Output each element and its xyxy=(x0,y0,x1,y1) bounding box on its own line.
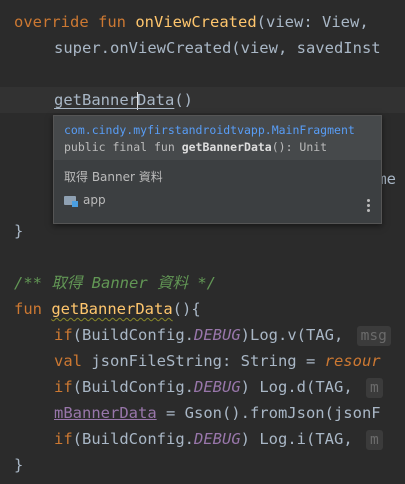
popup-body: 取得 Banner 資料 app xyxy=(54,160,381,209)
code-line-11[interactable]: fun getBannerData(){ xyxy=(14,296,201,322)
doc-description: 取得 Banner 資料 xyxy=(64,170,163,184)
keyword: if xyxy=(54,430,73,448)
code-line-14[interactable]: if(BuildConfig.DEBUG) Log.d(TAG, m xyxy=(54,374,383,400)
function-name: getBannerData xyxy=(51,300,173,318)
code-text: super.onViewCreated(view, savedInst xyxy=(54,39,381,57)
constant: DEBUG xyxy=(194,326,241,344)
keyword: if xyxy=(54,326,73,344)
class-path-link[interactable]: com.cindy.myfirstandroidtvapp.MainFragme… xyxy=(64,122,371,139)
code-line-2[interactable]: super.onViewCreated(view, savedInst xyxy=(54,35,381,61)
module-folder-icon xyxy=(64,195,78,207)
constant: DEBUG xyxy=(194,430,241,448)
code-line-13[interactable]: val jsonFileString: String = resour xyxy=(54,348,381,374)
keyword: override xyxy=(14,13,89,31)
code-line-12[interactable]: if(BuildConfig.DEBUG)Log.v(TAG, msg xyxy=(54,322,391,348)
more-options-icon[interactable] xyxy=(367,199,371,213)
code-text: resour xyxy=(324,352,381,370)
closing-brace: } xyxy=(14,456,24,474)
code-line-16[interactable]: if(BuildConfig.DEBUG) Log.i(TAG, m xyxy=(54,426,383,452)
keyword: fun xyxy=(14,300,42,318)
code-text: (){ xyxy=(172,300,201,318)
function-signature: public final fun getBannerData(): Unit xyxy=(64,140,328,154)
parameter-hint: msg xyxy=(356,326,391,346)
code-line-1[interactable]: override fun onViewCreated(view: View, xyxy=(14,9,378,35)
code-line-8[interactable]: } xyxy=(14,218,23,244)
parameter-hint: m xyxy=(366,378,383,398)
constant: DEBUG xyxy=(194,378,241,396)
parameter-hint: m xyxy=(366,430,383,450)
doc-comment: /** 取得 Banner 資料 */ xyxy=(14,274,216,292)
keyword: if xyxy=(54,378,73,396)
code-text: (view: View, xyxy=(256,13,378,31)
module-info: app xyxy=(64,191,371,209)
closing-brace: } xyxy=(14,222,24,240)
function-name: onViewCreated xyxy=(135,13,257,31)
code-line-4[interactable]: getBannerData() xyxy=(54,87,193,113)
code-line-15[interactable]: mBannerData = Gson().fromJson(jsonF xyxy=(54,400,381,426)
keyword: val xyxy=(54,352,82,370)
quick-documentation-popup[interactable]: com.cindy.myfirstandroidtvapp.MainFragme… xyxy=(53,115,382,224)
code-editor[interactable]: override fun onViewCreated(view: View, s… xyxy=(0,0,405,484)
keyword: fun xyxy=(98,13,126,31)
code-text: () xyxy=(174,91,193,109)
code-line-17[interactable]: } xyxy=(14,452,23,478)
module-name: app xyxy=(83,193,106,207)
function-call[interactable]: getBannerData xyxy=(54,91,174,110)
field-reference[interactable]: mBannerData xyxy=(54,404,157,422)
code-line-10[interactable]: /** 取得 Banner 資料 */ xyxy=(14,270,216,296)
popup-header: com.cindy.myfirstandroidtvapp.MainFragme… xyxy=(54,116,381,160)
